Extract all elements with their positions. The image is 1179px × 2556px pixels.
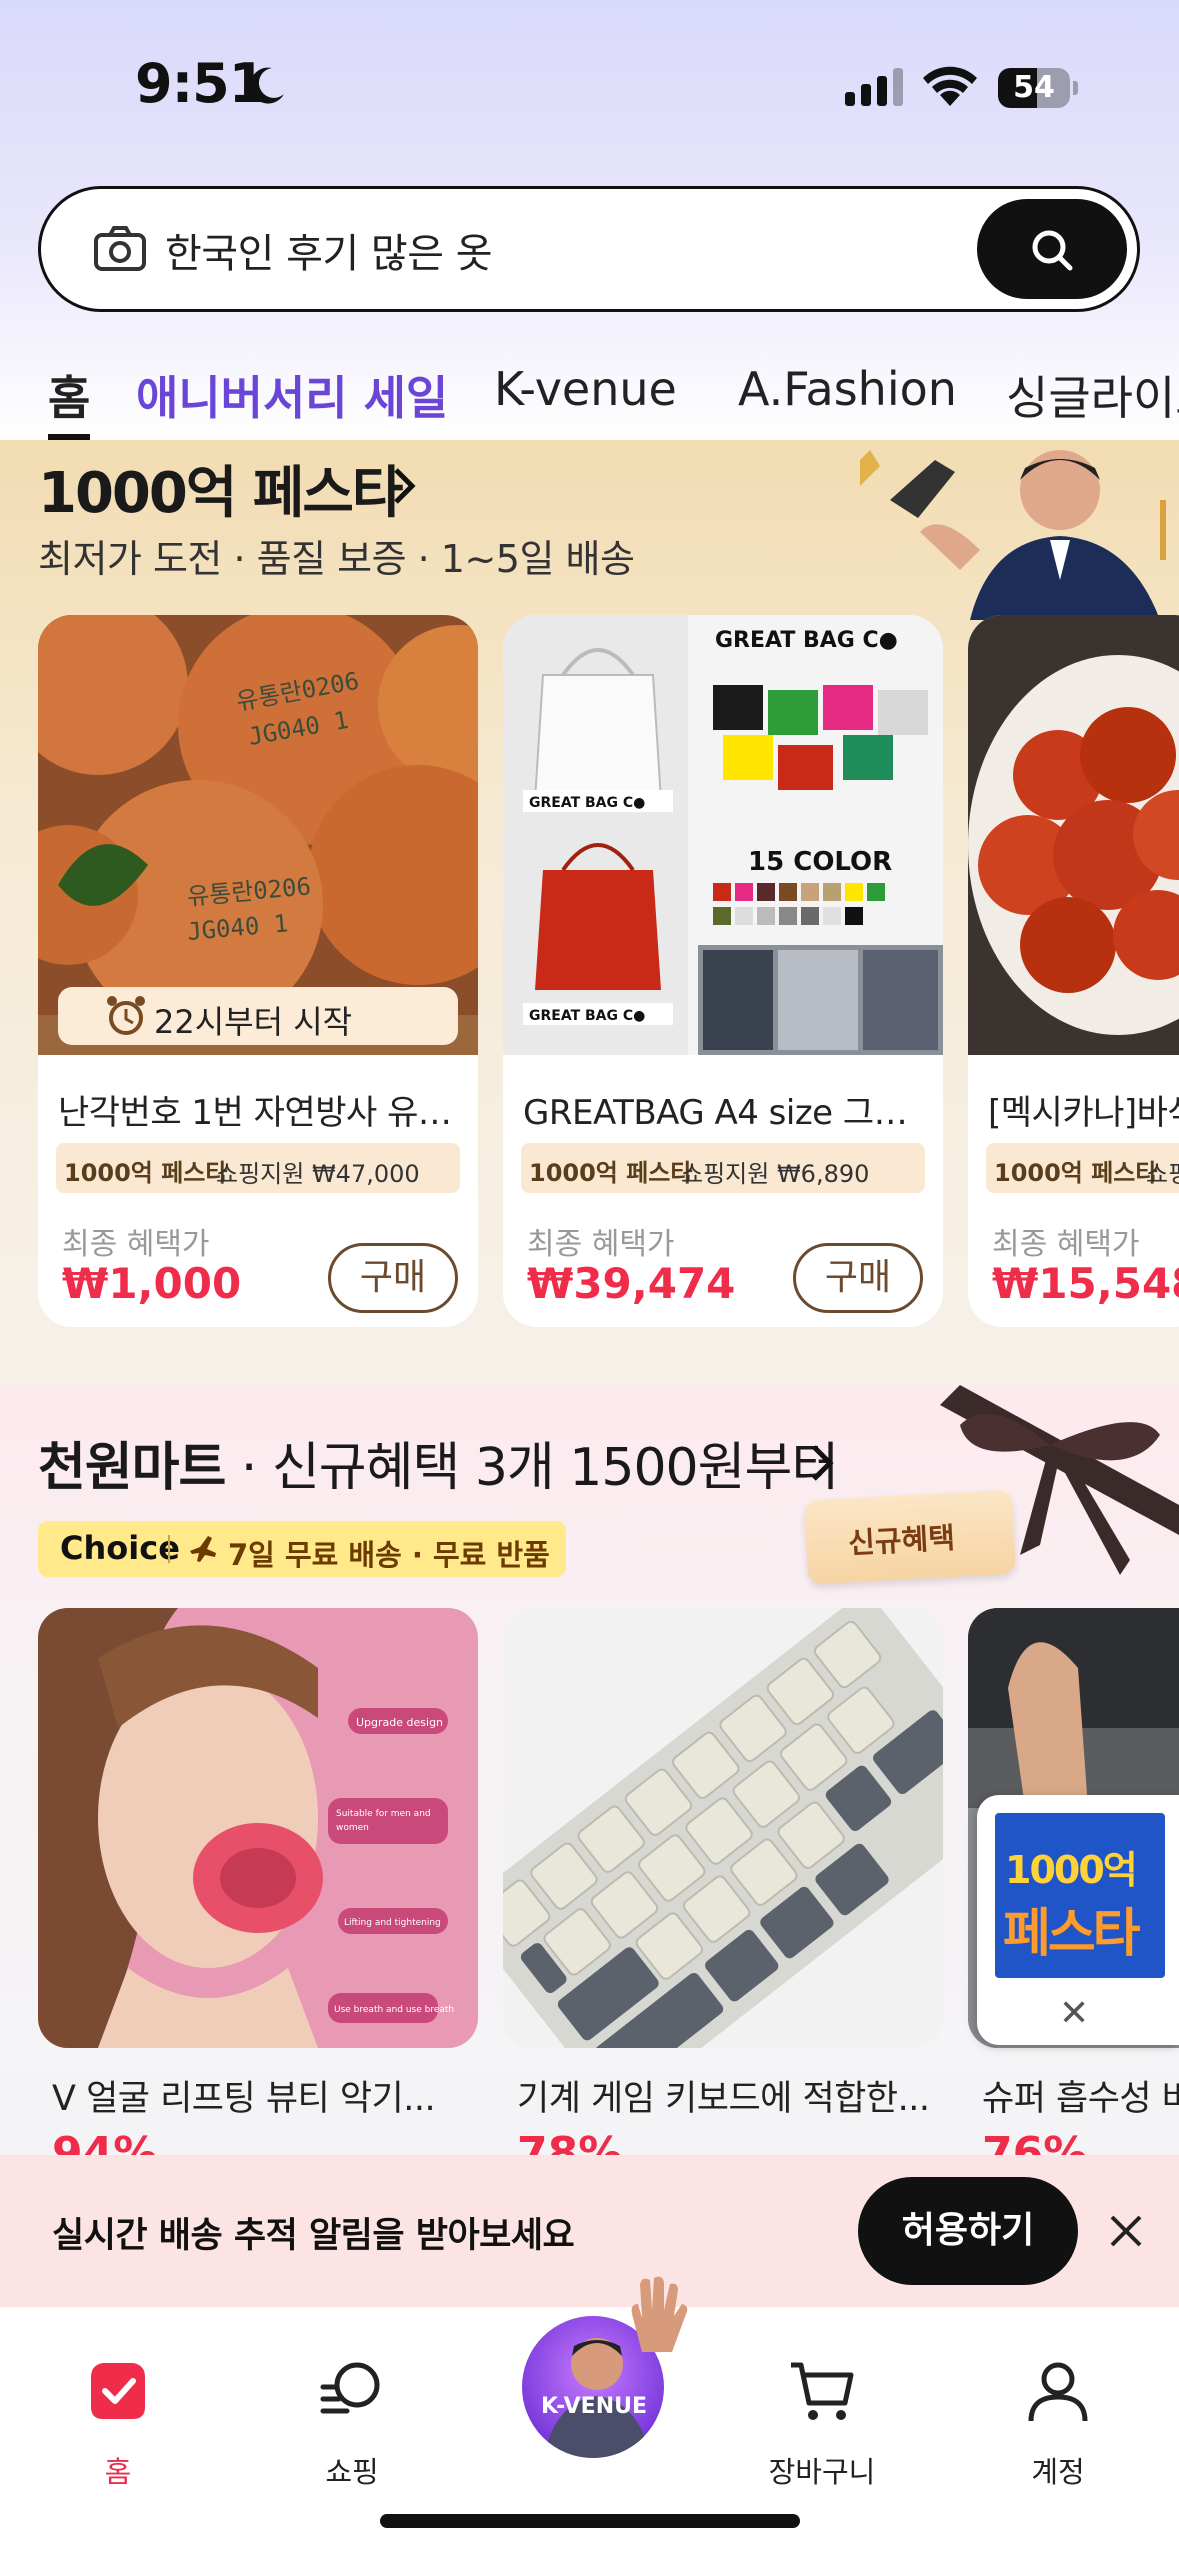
mart-title[interactable]: 천원마트 · 신규혜택 3개 1500원부터 bbox=[38, 1425, 839, 1500]
promo-tag: 1000억 페스타 쇼핑 bbox=[986, 1143, 1179, 1193]
product-name[interactable]: 난각번호 1번 자연방사 유… bbox=[58, 1085, 452, 1134]
allow-button[interactable]: 허용하기 bbox=[858, 2177, 1078, 2285]
battery-icon: 54 bbox=[998, 68, 1078, 108]
product-price: ₩39,474 bbox=[527, 1259, 736, 1308]
product-discount-price: 76% ₩3,5 bbox=[982, 2128, 1088, 2155]
product-image-face-lifter[interactable]: Upgrade design Suitable for men and wome… bbox=[38, 1608, 478, 2048]
shopping-search-icon bbox=[320, 2362, 380, 2414]
product-image-bags[interactable]: GREAT BAG C● GREAT BAG C● GREAT BAG C● 1… bbox=[503, 615, 943, 1055]
airplane-icon bbox=[190, 1536, 216, 1562]
tab-single-life[interactable]: 싱글라이프 bbox=[1006, 362, 1179, 428]
buy-button[interactable]: 구매 bbox=[328, 1243, 458, 1313]
festa-product-card[interactable]: GREAT BAG C● GREAT BAG C● GREAT BAG C● 1… bbox=[503, 615, 943, 1327]
waving-hand-icon bbox=[631, 2276, 688, 2352]
svg-text:GREAT BAG C●: GREAT BAG C● bbox=[529, 1008, 645, 1024]
svg-text:Suitable for men and: Suitable for men and bbox=[336, 1809, 431, 1819]
search-bar[interactable]: 한국인 후기 많은 옷 bbox=[38, 186, 1140, 312]
final-price-label: 최종 혜택가 bbox=[527, 1227, 675, 1262]
category-tabs: 홈 애니버서리 세일 K-venue A.Fashion 싱글라이프 bbox=[0, 350, 1179, 440]
tab-anniversary-sale[interactable]: 애니버서리 세일 bbox=[136, 362, 448, 428]
cellular-signal-icon bbox=[845, 66, 903, 106]
home-icon bbox=[91, 2363, 145, 2419]
product-name[interactable]: GREATBAG A4 size 그… bbox=[523, 1085, 908, 1134]
k-venue-label: K-VENUE bbox=[540, 2394, 648, 2419]
search-input[interactable]: 한국인 후기 많은 옷 bbox=[165, 221, 493, 279]
product-discount-price: 94% ₩500 bbox=[52, 2128, 158, 2155]
festa-product-card[interactable]: [멕시카나]바삭 1000억 페스타 쇼핑 최종 혜택가 ₩15,548 bbox=[968, 615, 1179, 1327]
svg-text:15 COLOR: 15 COLOR bbox=[748, 847, 892, 877]
tab-home[interactable]: 홈 bbox=[48, 362, 91, 440]
cart-icon bbox=[791, 2362, 854, 2420]
festa-product-card[interactable]: 유통란0206 JG040 1 유통란0206 JG040 1 22시부터 시작… bbox=[38, 615, 478, 1327]
battery-percent: 54 bbox=[1013, 70, 1055, 105]
svg-text:GREAT BAG C●: GREAT BAG C● bbox=[715, 628, 898, 653]
product-price: ₩1,000 bbox=[62, 1259, 242, 1308]
status-bar: 9:51 54 bbox=[0, 0, 1179, 170]
svg-text:women: women bbox=[336, 1823, 369, 1833]
choice-label: Choice bbox=[60, 1529, 180, 1567]
product-name[interactable]: 기계 게임 키보드에 적합한... bbox=[517, 2070, 930, 2121]
choice-benefit-bar: Choice 7일 무료 배송 · 무료 반품 bbox=[38, 1521, 566, 1577]
product-name[interactable]: [멕시카나]바삭 bbox=[988, 1085, 1179, 1134]
svg-text:Upgrade design: Upgrade design bbox=[356, 1716, 443, 1729]
nav-cart[interactable]: 장바구니 bbox=[732, 2337, 912, 2489]
moon-icon bbox=[250, 67, 284, 104]
festa-subtitle: 최저가 도전 · 품질 보증 · 1~5일 배송 bbox=[38, 537, 635, 581]
product-name[interactable]: 슈퍼 흡수성 바 bbox=[982, 2070, 1179, 2121]
k-venue-button[interactable]: K-VENUE bbox=[510, 2272, 710, 2472]
close-ad-icon[interactable]: ✕ bbox=[1059, 1993, 1089, 2034]
floating-festa-ad[interactable]: 1000억 페스타 ✕ bbox=[977, 1795, 1179, 2045]
nav-shopping[interactable]: 쇼핑 bbox=[262, 2337, 442, 2489]
chevron-right-icon bbox=[394, 468, 416, 504]
home-indicator bbox=[380, 2514, 800, 2528]
wifi-icon bbox=[923, 66, 977, 106]
product-name[interactable]: V 얼굴 리프팅 뷰티 악기... bbox=[52, 2070, 436, 2121]
new-benefit-tag[interactable]: 신규혜택 bbox=[803, 1489, 1017, 1585]
product-image-keyboard[interactable] bbox=[503, 1608, 943, 2048]
final-price-label: 최종 혜택가 bbox=[992, 1227, 1140, 1262]
top-header: 9:51 54 한국인 후기 많은 옷 홈 애니버서리 세일 K-venue A… bbox=[0, 0, 1179, 440]
search-button[interactable] bbox=[977, 199, 1127, 299]
nav-account[interactable]: 계정 bbox=[968, 2337, 1148, 2489]
promo-tag: 1000억 페스타 쇼핑지원 ₩6,890 bbox=[521, 1143, 925, 1193]
product-image-chicken[interactable] bbox=[968, 615, 1179, 1055]
search-icon bbox=[1032, 230, 1073, 271]
close-icon[interactable] bbox=[1106, 2211, 1146, 2251]
product-discount-price: 78% ₩6,500 bbox=[517, 2128, 623, 2155]
buy-button[interactable]: 구매 bbox=[793, 1243, 923, 1313]
festa-ad-image[interactable]: 1000억 페스타 bbox=[995, 1813, 1165, 1978]
person-icon bbox=[1028, 2362, 1088, 2422]
festa-section: 1000억 페스타 최저가 도전 · 품질 보증 · 1~5일 배송 유통란02… bbox=[0, 440, 1179, 1385]
start-time-badge: 22시부터 시작 bbox=[58, 987, 458, 1045]
tab-k-venue[interactable]: K-venue bbox=[494, 362, 677, 416]
alarm-clock-icon bbox=[107, 996, 145, 1035]
final-price-label: 최종 혜택가 bbox=[62, 1227, 210, 1262]
festa-banner-image bbox=[860, 450, 1166, 620]
product-price: ₩15,548 bbox=[992, 1259, 1179, 1308]
festa-title[interactable]: 1000억 페스타 bbox=[38, 448, 416, 529]
chevron-right-icon[interactable] bbox=[808, 1443, 838, 1483]
tab-a-fashion[interactable]: A.Fashion bbox=[738, 362, 957, 416]
svg-text:Use breath and use breath: Use breath and use breath bbox=[334, 2005, 454, 2015]
svg-text:Lifting and tightening: Lifting and tightening bbox=[344, 1918, 441, 1928]
notification-message: 실시간 배송 추적 알림을 받아보세요 bbox=[52, 2216, 575, 2256]
svg-text:GREAT BAG C●: GREAT BAG C● bbox=[529, 795, 645, 811]
camera-icon[interactable] bbox=[93, 225, 147, 273]
promo-tag: 1000억 페스타 쇼핑지원 ₩47,000 bbox=[56, 1143, 460, 1193]
nav-home[interactable]: 홈 bbox=[28, 2337, 208, 2489]
